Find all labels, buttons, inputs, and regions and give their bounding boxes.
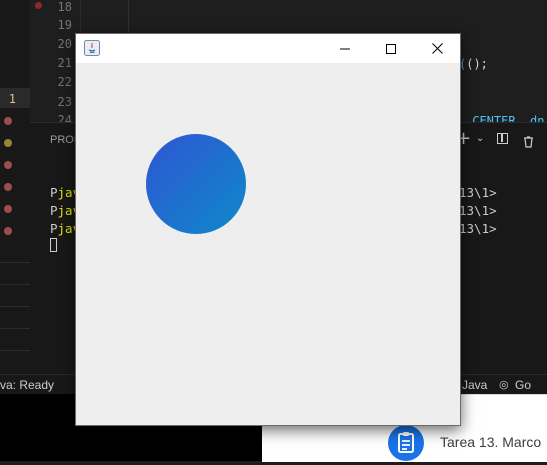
split-terminal-icon[interactable] (497, 133, 508, 144)
terminal-line-suffix: 13\1> (459, 221, 497, 236)
line-number: 21 (57, 56, 72, 70)
language-mode[interactable]: Java (462, 378, 487, 392)
java-status[interactable]: va: Ready (0, 378, 54, 392)
minimize-button[interactable] (322, 34, 368, 63)
explorer-divider (0, 328, 30, 329)
terminal-line-suffix: 13\1> (459, 203, 497, 218)
java-icon (84, 40, 100, 56)
explorer-badge: 1 (8, 92, 16, 106)
explorer-strip (0, 0, 30, 374)
assignment-title[interactable]: Tarea 13. Marco (440, 434, 541, 450)
window-titlebar[interactable] (76, 34, 460, 63)
chevron-down-icon[interactable]: ⌄ (476, 133, 484, 144)
assignment-icon[interactable] (388, 425, 424, 461)
close-button[interactable] (414, 34, 460, 63)
line-number: 22 (57, 75, 72, 89)
broadcast-icon: ◎ (499, 379, 509, 391)
error-marker (4, 161, 12, 169)
line-number: 19 (57, 18, 72, 32)
gradient-circle (146, 134, 246, 234)
line-number: 23 (57, 95, 72, 109)
error-marker (4, 205, 12, 213)
explorer-divider (0, 284, 30, 285)
drawing-canvas (76, 63, 460, 425)
code-fragment: ((); (459, 57, 488, 71)
java-window (75, 33, 461, 426)
explorer-divider (0, 350, 30, 351)
line-number: 18 (57, 0, 72, 14)
error-marker (4, 117, 12, 125)
terminal-line-suffix: 13\1> (459, 185, 497, 200)
line-number: 20 (57, 37, 72, 51)
error-marker (4, 183, 12, 191)
explorer-divider (0, 262, 30, 263)
maximize-button[interactable] (368, 34, 414, 63)
warning-marker (4, 139, 12, 147)
terminal-cursor (50, 238, 57, 252)
error-marker (4, 227, 12, 235)
explorer-divider (0, 306, 30, 307)
trash-icon[interactable] (523, 133, 534, 148)
line-number: 24 (57, 113, 72, 122)
code-fragment: .CENTER, dn (465, 114, 545, 122)
